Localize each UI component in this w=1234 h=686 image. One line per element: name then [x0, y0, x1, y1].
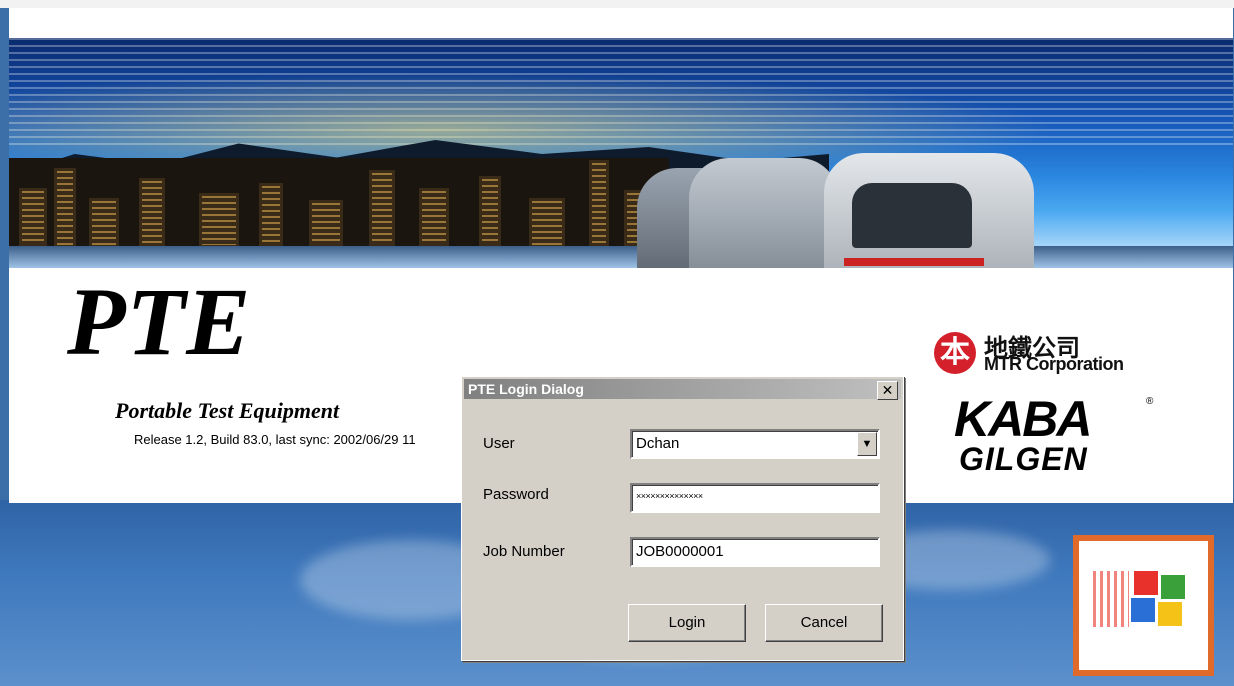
kaba-wordmark: KABA: [954, 391, 1092, 447]
mtr-logo: 本 地鐵公司 MTR Corporation: [934, 328, 1179, 378]
train-image: [824, 153, 1034, 268]
user-label: User: [483, 435, 515, 452]
gilgen-wordmark: GILGEN: [959, 441, 1088, 477]
login-button[interactable]: Login: [628, 604, 746, 642]
login-dialog: PTE Login Dialog ✕ User Dchan ▼ Password…: [461, 376, 904, 661]
mtr-symbol-icon: 本: [934, 332, 976, 374]
dialog-title: PTE Login Dialog: [468, 381, 584, 397]
mtr-english-name: MTR Corporation: [984, 354, 1124, 374]
password-field[interactable]: ××××××××××××××: [630, 483, 880, 513]
release-info: Release 1.2, Build 83.0, last sync: 2002…: [134, 432, 416, 447]
windows-logo-icon: [1073, 535, 1214, 676]
top-strip: [0, 0, 1234, 8]
dialog-titlebar[interactable]: PTE Login Dialog ✕: [464, 379, 901, 400]
chevron-down-icon[interactable]: ▼: [857, 432, 877, 456]
close-button[interactable]: ✕: [877, 381, 898, 400]
train-image: [689, 158, 839, 268]
job-number-value: JOB0000001: [636, 543, 724, 560]
job-number-field[interactable]: JOB0000001: [630, 537, 880, 567]
banner-image: [9, 38, 1233, 268]
password-value: ××××××××××××××: [636, 491, 703, 501]
registered-mark: ®: [1146, 396, 1154, 407]
app-subtitle: Portable Test Equipment: [115, 398, 340, 423]
cancel-button[interactable]: Cancel: [765, 604, 883, 642]
user-dropdown[interactable]: Dchan ▼: [630, 429, 880, 459]
password-label: Password: [483, 486, 549, 503]
job-number-label: Job Number: [483, 543, 565, 560]
app-title: PTE: [67, 268, 252, 375]
kaba-gilgen-logo: KABA ® GILGEN: [954, 394, 1154, 480]
user-value: Dchan: [636, 435, 680, 452]
